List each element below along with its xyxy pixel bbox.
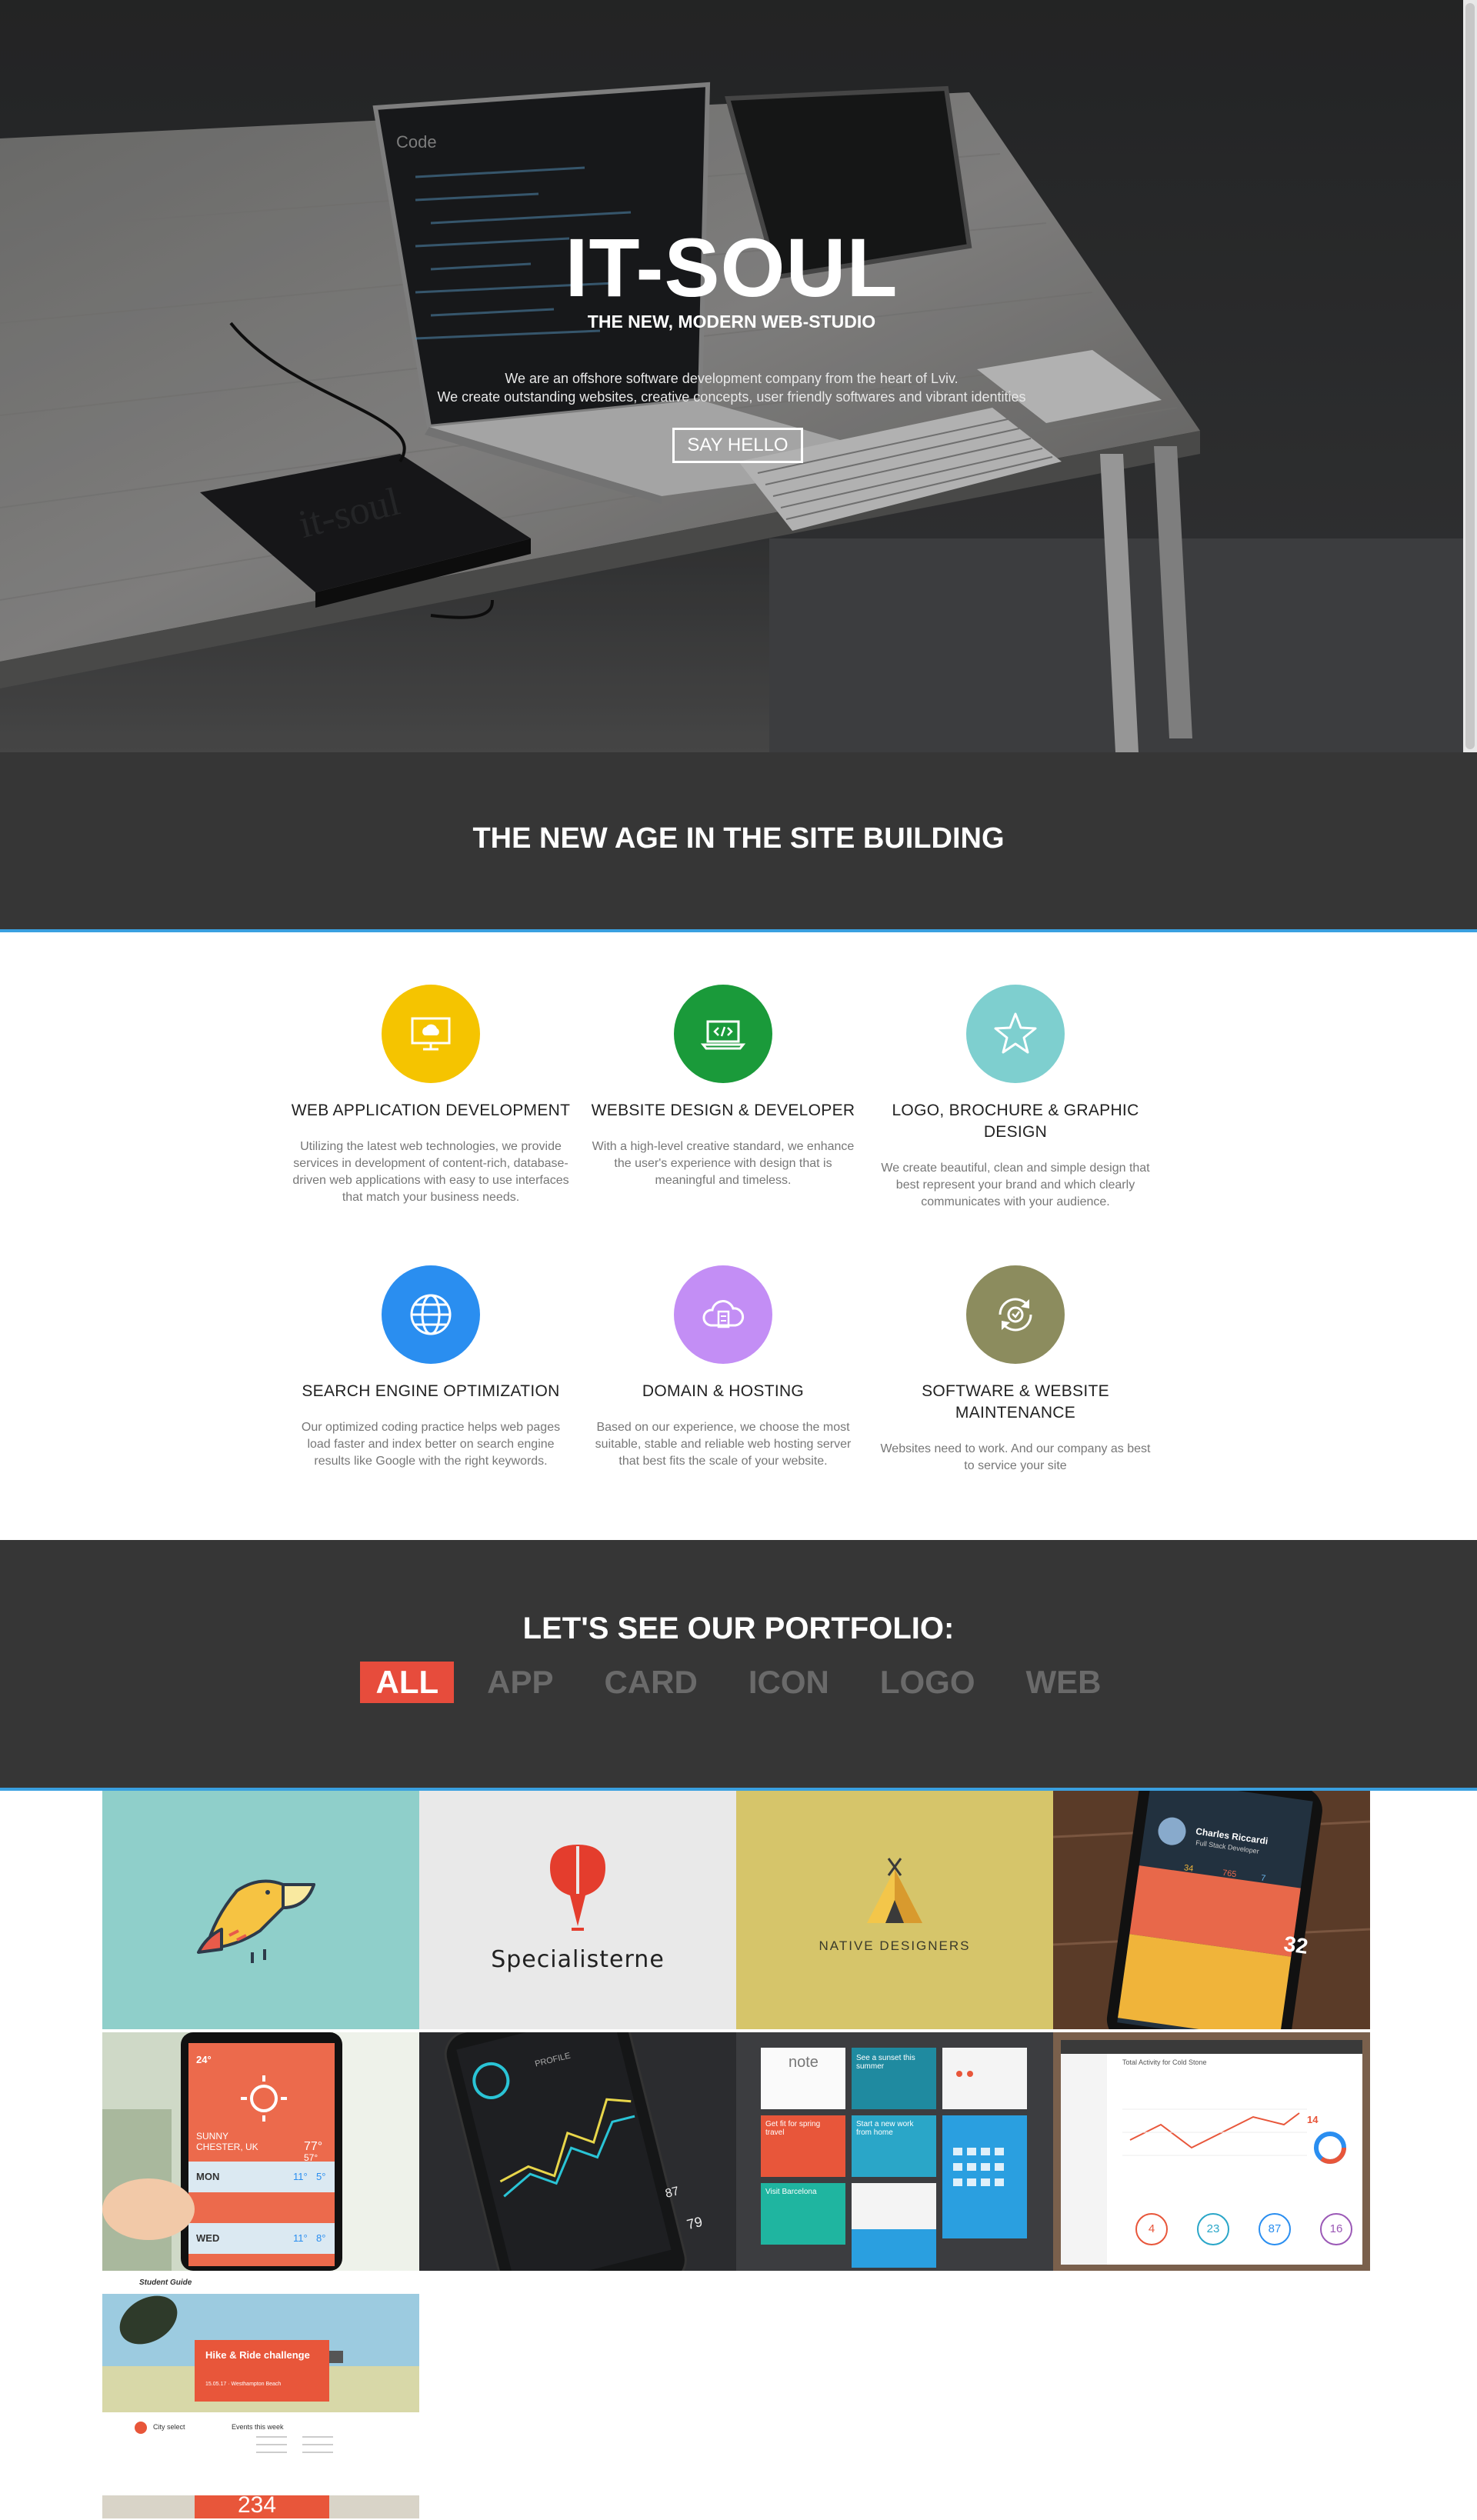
- specialisterne-wordmark: Specialisterne: [491, 1946, 665, 1973]
- scrollbar-thumb[interactable]: [1465, 3, 1475, 749]
- service-icon-circle: [966, 1265, 1065, 1364]
- filter-web[interactable]: WEB: [1011, 1662, 1117, 1703]
- service-title: WEB APPLICATION DEVELOPMENT: [291, 1102, 571, 1119]
- dashboard-circle-value: 4: [1148, 2222, 1155, 2235]
- monitor-cloud-icon: [411, 1017, 451, 1051]
- dashboard-title: Total Activity for Cold Stone: [1122, 2058, 1207, 2066]
- star-icon: [994, 1012, 1037, 1054]
- filter-all[interactable]: ALL: [360, 1662, 455, 1703]
- service-text: Utilizing the latest web technologies, w…: [292, 1140, 569, 1204]
- filter-icon[interactable]: ICON: [733, 1662, 845, 1703]
- fitness-app-mockup: [419, 2032, 736, 2271]
- filter-app[interactable]: APP: [472, 1662, 568, 1703]
- weather-day-high: 11°: [293, 2171, 308, 2182]
- hero-section: Code it-soul IT-SOUL THE NEW, MODERN WEB…: [0, 0, 1463, 752]
- dashboard-circle-value: 23: [1206, 2222, 1220, 2235]
- portfolio-band: LET'S SEE OUR PORTFOLIO: ALL APP CARD IC…: [0, 1540, 1477, 1791]
- service-text: We create beautiful, clean and simple de…: [881, 1162, 1150, 1208]
- hero-subtitle: THE NEW, MODERN WEB-STUDIO: [587, 312, 876, 332]
- weather-day: WED: [196, 2232, 220, 2244]
- service-website-design: WEBSITE DESIGN & DEVELOPER With a high-l…: [577, 985, 869, 1189]
- portfolio-title: LET'S SEE OUR PORTFOLIO:: [522, 1612, 955, 1645]
- hike-website-mockup: [102, 2274, 419, 2518]
- service-icon-circle: [382, 985, 480, 1083]
- cloud-server-icon: [702, 1300, 745, 1328]
- hike-city-select: City select: [153, 2423, 185, 2431]
- weather-city: CHESTER, UK: [196, 2142, 258, 2152]
- dashboard-circle-value: 87: [1268, 2222, 1282, 2235]
- service-seo: SEARCH ENGINE OPTIMIZATION Our optimized…: [285, 1265, 577, 1470]
- weather-app-mockup: [102, 2032, 419, 2271]
- service-text: Websites need to work. And our company a…: [880, 1442, 1151, 1472]
- service-logo-design: LOGO, BROCHURE & GRAPHIC DESIGN We creat…: [869, 985, 1162, 1211]
- profile-stat: 34: [1183, 1863, 1195, 1874]
- service-title: SEARCH ENGINE OPTIMIZATION: [302, 1382, 560, 1400]
- profile-big-number: 32: [1282, 1931, 1310, 1959]
- hero-title: IT-SOUL: [565, 221, 899, 314]
- card-text: Start a new work from home: [856, 2120, 914, 2137]
- globe-icon: [410, 1294, 452, 1335]
- card-note-label: note: [789, 2054, 819, 2071]
- weather-day-high: 11°: [293, 2232, 308, 2244]
- wrench-cycle-icon: [999, 1298, 1032, 1332]
- service-web-application: WEB APPLICATION DEVELOPMENT Utilizing th…: [285, 985, 577, 1206]
- service-icon-circle: [966, 985, 1065, 1083]
- dashboard-number: 14: [1307, 2114, 1319, 2125]
- service-text: Our optimized coding practice helps web …: [301, 1421, 561, 1468]
- service-text: With a high-level creative standard, we …: [592, 1140, 855, 1187]
- service-domain-hosting: DOMAIN & HOSTING Based on our experience…: [577, 1265, 869, 1470]
- service-title: WEBSITE DESIGN & DEVELOPER: [591, 1102, 855, 1119]
- profile-stat: 765: [1222, 1868, 1238, 1880]
- card-text: Get fit for spring travel: [765, 2120, 821, 2137]
- intro-title: THE NEW AGE IN THE SITE BUILDING: [472, 822, 1005, 855]
- service-text: Based on our experience, we choose the m…: [595, 1421, 852, 1468]
- service-icon-circle: [674, 985, 772, 1083]
- filter-logo[interactable]: LOGO: [865, 1662, 991, 1703]
- service-title: DOMAIN & HOSTING: [642, 1382, 805, 1400]
- toucan-logo: [197, 1879, 315, 1963]
- laptop-code-icon: [700, 1020, 746, 1050]
- page-scrollbar[interactable]: [1463, 0, 1477, 752]
- portfolio-item-toucan[interactable]: [102, 1791, 419, 2029]
- hike-events-label: Events this week: [232, 2423, 284, 2431]
- portfolio-item-specialisterne[interactable]: Specialisterne: [419, 1791, 736, 2029]
- dashboard-circle-value: 16: [1329, 2222, 1343, 2235]
- service-icon-circle: [674, 1265, 772, 1364]
- hike-subtitle: 15.05.17 · Westhampton Beach: [205, 2382, 282, 2387]
- service-title: SOFTWARE & WEBSITE MAINTENANCE: [922, 1382, 1109, 1422]
- weather-day: MON: [196, 2171, 220, 2182]
- dandelion-logo: [550, 1845, 605, 1931]
- card-text: Visit Barcelona: [765, 2188, 817, 2196]
- portfolio-item-cards-ui[interactable]: note See a sunset this summer Get fit fo…: [736, 2032, 1053, 2271]
- portfolio-item-hike-website[interactable]: Student Guide Hike & Ride challenge 15.0…: [102, 2274, 419, 2518]
- filter-card[interactable]: CARD: [589, 1662, 713, 1703]
- hike-title: Hike & Ride challenge: [205, 2349, 310, 2361]
- weather-day-low: 8°: [316, 2232, 326, 2244]
- hero-description-line: We create outstanding websites, creative…: [437, 389, 1026, 405]
- portfolio-item-native-designers[interactable]: NATIVE DESIGNERS: [736, 1791, 1053, 2029]
- say-hello-button[interactable]: SAY HELLO: [672, 428, 803, 463]
- hike-counter: 234: [238, 2492, 277, 2518]
- service-maintenance: SOFTWARE & WEBSITE MAINTENANCE Websites …: [869, 1265, 1162, 1475]
- intro-band: THE NEW AGE IN THE SITE BUILDING: [0, 752, 1477, 932]
- tipi-logo: [867, 1858, 922, 1923]
- portfolio-item-fitness-app[interactable]: PROFILE 87 79: [419, 2032, 736, 2271]
- service-icon-circle: [382, 1265, 480, 1364]
- portfolio-item-profile-app[interactable]: Charles Riccardi Full Stack Developer 34…: [1053, 1791, 1370, 2029]
- weather-day-low: 5°: [316, 2171, 326, 2182]
- profile-app-mockup: [1053, 1791, 1370, 2029]
- weather-temp: 24°: [196, 2054, 212, 2065]
- portfolio-item-weather-app[interactable]: 24° SUNNY CHESTER, UK 77° 57° MON 11° 5°…: [102, 2032, 419, 2271]
- weather-condition: SUNNY: [196, 2131, 229, 2142]
- portfolio-item-dashboard[interactable]: Total Activity for Cold Stone 14 4 23 87…: [1053, 2032, 1370, 2271]
- hike-site-logo: Student Guide: [139, 2278, 192, 2287]
- native-designers-wordmark: NATIVE DESIGNERS: [819, 1938, 971, 1953]
- hero-description: We are an offshore software development …: [0, 369, 1463, 406]
- service-title: LOGO, BROCHURE & GRAPHIC DESIGN: [892, 1102, 1139, 1141]
- card-text: See a sunset this summer: [856, 2054, 915, 2071]
- services-section: WEB APPLICATION DEVELOPMENT Utilizing th…: [285, 985, 1192, 1523]
- portfolio-filters: ALL APP CARD ICON LOGO WEB: [0, 1662, 1477, 1703]
- weather-low: 57°: [304, 2152, 318, 2163]
- hero-description-line: We are an offshore software development …: [505, 371, 959, 386]
